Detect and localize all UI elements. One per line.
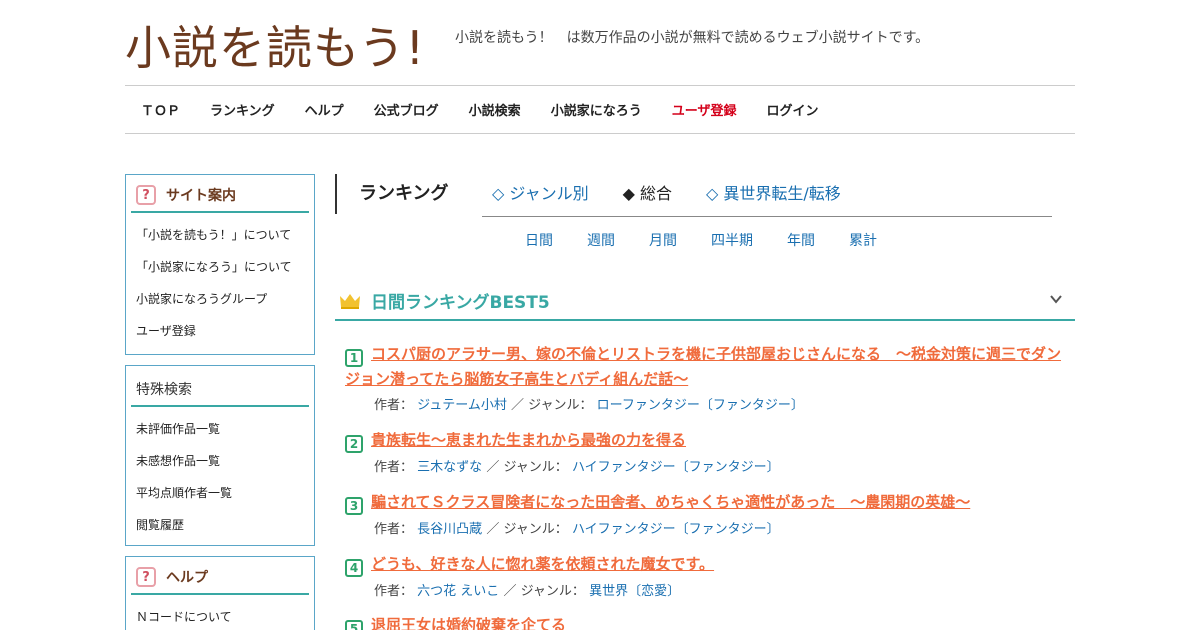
genre-label: ／ ジャンル： [486,460,568,475]
period-daily[interactable]: 日間 [525,230,553,250]
novel-title-link[interactable]: 退屈王女は婚約破棄を企てる [371,616,566,630]
author-link[interactable]: 長谷川凸蔵 [417,522,482,537]
crown-icon [340,293,360,309]
global-nav: ＴＯＰ ランキング ヘルプ 公式ブログ 小説検索 小説家になろう ユーザ登録 ロ… [125,85,1075,134]
sidebar-link-ncode[interactable]: Ｎコードについて [136,603,314,630]
nav-shosetsuka-ni-narou[interactable]: 小説家になろう [551,100,642,119]
tab-isekai[interactable]: ◇ 異世界転生/転移 [706,180,841,216]
period-quarterly[interactable]: 四半期 [711,230,753,250]
nav-login[interactable]: ログイン [766,100,818,119]
nav-official-blog[interactable]: 公式ブログ [374,100,439,119]
sidebar-link-user-register[interactable]: ユーザ登録 [136,317,314,349]
period-yearly[interactable]: 年間 [787,230,815,250]
rank-badge: 2 [345,435,363,453]
sidebar-link-about-yomou[interactable]: 「小説を読もう！」について [136,221,314,253]
question-icon: ? [136,567,156,587]
nav-top[interactable]: ＴＯＰ [141,100,180,119]
novel-meta: 作者： 六つ花 えいこ ／ ジャンル： 異世界〔恋愛〕 [374,580,1070,599]
question-icon: ? [136,185,156,205]
ranking-entry: 5 退屈王女は婚約破棄を企てる [345,613,1070,630]
sidebar-link-about-narou[interactable]: 「小説家になろう」について [136,253,314,285]
tab-genre[interactable]: ◇ ジャンル別 [492,180,589,216]
site-tagline: 小説を読もう！ は数万作品の小説が無料で読めるウェブ小説サイトです。 [455,30,930,46]
daily-best-label: 日間ランキングBEST5 [371,293,550,313]
author-link[interactable]: ジュテーム小村 [417,398,507,413]
rank-badge: 5 [345,620,363,630]
ranking-entry: 3 騙されてＳクラス冒険者になった田舎者、めちゃくちゃ適性があった ～農閑期の英雄… [345,490,1070,537]
nav-help[interactable]: ヘルプ [305,100,344,119]
period-monthly[interactable]: 月間 [649,230,677,250]
sidebar-help: ? ヘルプ Ｎコードについて [125,556,315,630]
daily-best-header[interactable]: 日間ランキングBEST5 [335,282,1075,321]
nav-user-register[interactable]: ユーザ登録 [672,100,737,119]
genre-label: ／ ジャンル： [511,398,593,413]
novel-meta: 作者： 三木なずな ／ ジャンル： ハイファンタジー〔ファンタジー〕 [374,456,1070,475]
ranking-entry: 4 どうも、好きな人に惚れ薬を依頼された魔女です。 作者： 六つ花 えいこ ／ ジ… [345,552,1070,599]
novel-meta: 作者： ジュテーム小村 ／ ジャンル： ローファンタジー〔ファンタジー〕 [374,394,1070,413]
nav-novel-search[interactable]: 小説検索 [469,100,521,119]
period-total[interactable]: 累計 [849,230,877,250]
nav-ranking[interactable]: ランキング [210,100,275,119]
genre-link[interactable]: 異世界〔恋愛〕 [589,584,680,599]
ranking-entry: 2 貴族転生～恵まれた生まれから最強の力を得る 作者： 三木なずな ／ ジャンル：… [345,428,1070,475]
genre-link[interactable]: ローファンタジー〔ファンタジー〕 [597,398,804,413]
novel-title-link[interactable]: どうも、好きな人に惚れ薬を依頼された魔女です。 [371,555,714,573]
rank-badge: 1 [345,349,363,367]
site-guide-heading: ? サイト案内 [131,175,309,213]
sidebar-special-search: 特殊検索 未評価作品一覧 未感想作品一覧 平均点順作者一覧 閲覧履歴 [125,365,315,546]
author-link[interactable]: 六つ花 えいこ [417,584,499,599]
genre-label: ／ ジャンル： [503,584,585,599]
author-label: 作者： [374,460,414,475]
ranking-entry: 1 コスパ厨のアラサー男、嫁の不倫とリストラを機に子供部屋おじさんになる ～税金対… [345,342,1070,413]
site-guide-title: サイト案内 [166,188,236,204]
site-logo[interactable]: 小説を読もう! [125,12,425,78]
help-title: ヘルプ [166,570,208,586]
novel-title-link[interactable]: 貴族転生～恵まれた生まれから最強の力を得る [371,431,686,449]
sidebar-link-avg-score-authors[interactable]: 平均点順作者一覧 [136,479,314,511]
chevron-down-icon[interactable] [1049,292,1063,306]
sidebar-site-guide: ? サイト案内 「小説を読もう！」について 「小説家になろう」について 小説家に… [125,174,315,355]
rank-badge: 3 [345,497,363,515]
ranking-title: ランキング [335,174,448,214]
sidebar-link-unrated[interactable]: 未評価作品一覧 [136,415,314,447]
help-heading: ? ヘルプ [131,557,309,595]
genre-link[interactable]: ハイファンタジー〔ファンタジー〕 [572,522,780,537]
sidebar-link-no-reviews[interactable]: 未感想作品一覧 [136,447,314,479]
rank-badge: 4 [345,559,363,577]
author-label: 作者： [374,522,414,537]
genre-link[interactable]: ハイファンタジー〔ファンタジー〕 [572,460,780,475]
tab-overall[interactable]: ◆ 総合 [623,180,672,216]
author-label: 作者： [374,584,414,599]
novel-meta: 作者： 長谷川凸蔵 ／ ジャンル： ハイファンタジー〔ファンタジー〕 [374,518,1070,537]
novel-title-link[interactable]: 騙されてＳクラス冒険者になった田舎者、めちゃくちゃ適性があった ～農閑期の英雄～ [371,493,970,511]
period-weekly[interactable]: 週間 [587,230,615,250]
author-link[interactable]: 三木なずな [417,460,482,475]
genre-label: ／ ジャンル： [486,522,568,537]
sidebar-link-history[interactable]: 閲覧履歴 [136,511,314,543]
period-selector: 日間 週間 月間 四半期 年間 累計 [525,230,911,250]
ranking-tabs: ◇ ジャンル別 ◆ 総合 ◇ 異世界転生/転移 [482,180,1052,217]
novel-title-link[interactable]: コスパ厨のアラサー男、嫁の不倫とリストラを機に子供部屋おじさんになる ～税金対策… [345,345,1061,388]
sidebar-link-narou-group[interactable]: 小説家になろうグループ [136,285,314,317]
special-search-heading: 特殊検索 [131,366,309,407]
author-label: 作者： [374,398,414,413]
